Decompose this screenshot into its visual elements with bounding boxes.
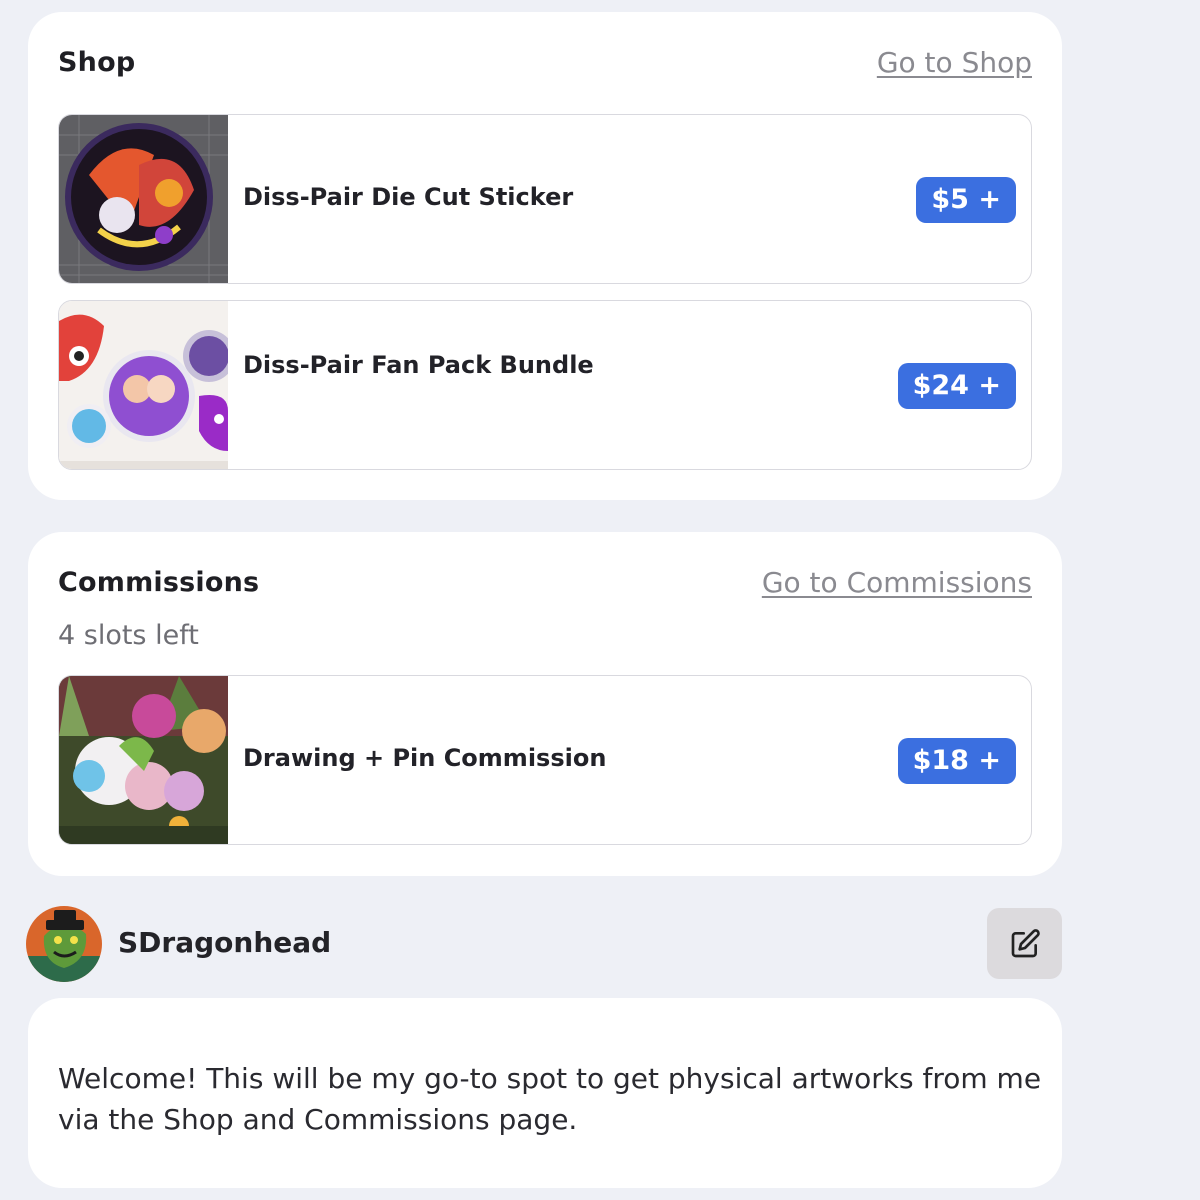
price-badge[interactable]: $18 + — [897, 738, 1016, 784]
product-thumbnail — [59, 115, 228, 283]
slots-left-text: 4 slots left — [58, 620, 199, 651]
product-thumbnail — [59, 301, 228, 469]
go-to-commissions-link[interactable]: Go to Commissions — [762, 566, 1032, 599]
profile-row: SDragonhead — [26, 906, 1062, 982]
commission-item[interactable]: Drawing + Pin Commission $18 + — [58, 675, 1032, 845]
commissions-card: Commissions Go to Commissions 4 slots le… — [28, 532, 1062, 876]
commissions-header: Commissions Go to Commissions — [58, 562, 1032, 602]
price-badge[interactable]: $5 + — [916, 177, 1016, 223]
bio-text: Welcome! This will be my go-to spot to g… — [58, 1062, 1042, 1136]
shop-item[interactable]: Diss-Pair Die Cut Sticker $5 + — [58, 114, 1032, 284]
item-name: Diss-Pair Fan Pack Bundle — [243, 351, 594, 379]
item-name: Diss-Pair Die Cut Sticker — [243, 183, 574, 211]
price-badge[interactable]: $24 + — [897, 363, 1016, 409]
shop-header: Shop Go to Shop — [58, 42, 1032, 82]
username[interactable]: SDragonhead — [118, 926, 331, 959]
item-name: Drawing + Pin Commission — [243, 744, 607, 772]
edit-icon — [1011, 928, 1040, 957]
shop-card: Shop Go to Shop Diss-Pair Die Cut Sticke… — [28, 12, 1062, 500]
shop-title: Shop — [58, 46, 136, 78]
go-to-shop-link[interactable]: Go to Shop — [877, 46, 1032, 79]
avatar[interactable] — [26, 906, 102, 982]
commission-thumbnail — [59, 676, 228, 844]
shop-item[interactable]: Diss-Pair Fan Pack Bundle $24 + — [58, 300, 1032, 470]
edit-button[interactable] — [987, 908, 1062, 979]
commissions-title: Commissions — [58, 566, 260, 598]
bio-card: Welcome! This will be my go-to spot to g… — [28, 998, 1062, 1188]
